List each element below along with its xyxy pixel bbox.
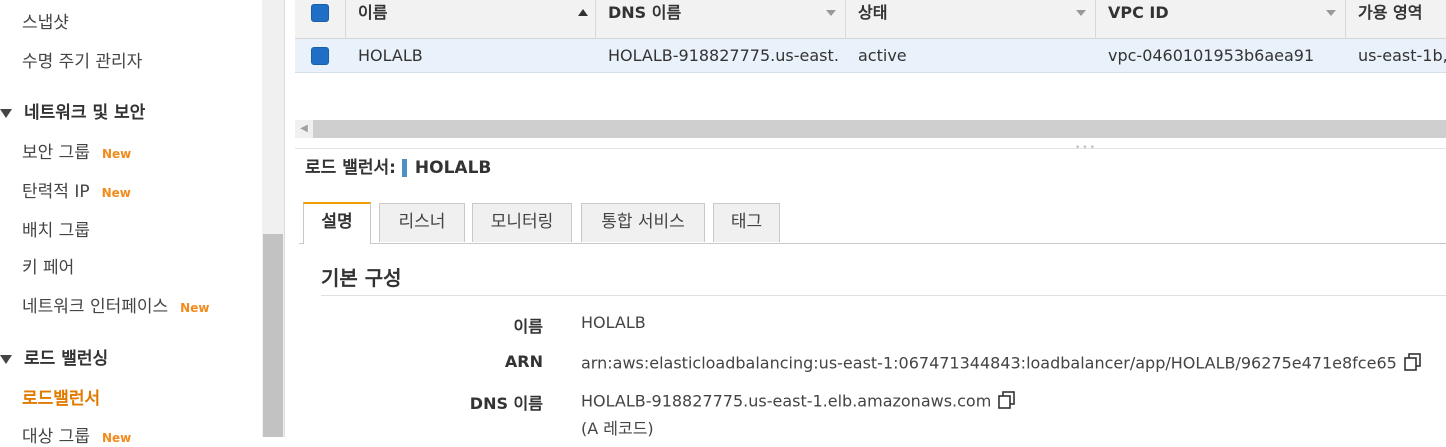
field-arn: arn:aws:elasticloadbalancing:us-east-1:0… [581,352,1423,376]
caret-down-icon [0,108,12,118]
details-header-label: 로드 밸런서: [305,158,396,178]
nav-item-label: 배치 그룹 [22,221,90,241]
tab-tags[interactable]: 태그 [713,203,780,242]
field-dns: HOLALB-918827775.us-east-1.elb.amazonaws… [581,390,1017,414]
new-badge: New [180,301,210,315]
tab-description[interactable]: 설명 [303,202,371,244]
column-header-state[interactable]: 상태 [845,0,1095,38]
column-header-vpc[interactable]: VPC ID [1095,0,1345,38]
main-content: 이름 DNS 이름 상태 VPC ID 가용 영역 HOLALB HOLALB- [285,0,1446,438]
panel-splitter[interactable] [295,148,1446,149]
field-value-dns: HOLALB-918827775.us-east-1.elb.amazonaws… [581,391,992,411]
splitter-handle-icon[interactable]: ••• [1075,143,1097,153]
sort-icon [1076,10,1086,16]
table-horizontal-scrollbar[interactable]: ◀ [295,120,1446,138]
cell-state: active [858,46,907,65]
field-value-arn: arn:aws:elasticloadbalancing:us-east-1:0… [581,353,1397,373]
sort-icon [826,10,836,16]
tab-divider [299,243,1446,244]
section-network-security[interactable]: 네트워크 및 보안 [0,98,145,123]
row-checkbox[interactable] [311,47,329,65]
field-value-dns-note: (A 레코드) [581,419,654,438]
nav-item-label: 탄력적 IP [22,182,90,202]
column-header-dns[interactable]: DNS 이름 [595,0,845,38]
nav-item-security-groups[interactable]: 보안 그룹 New [22,138,131,163]
table-row[interactable]: HOLALB HOLALB-918827775.us-east… active … [295,39,1446,73]
cell-az: us-east-1b, u [1358,46,1446,65]
caret-down-icon [0,354,12,364]
copy-icon[interactable] [1403,352,1423,376]
details-header: 로드 밸런서: HOLALB [305,153,491,178]
nav-item-label: 로드밸런서 [22,389,101,409]
nav-item-label: 스냅샷 [22,13,69,33]
field-label-name: 이름 [513,317,543,336]
details-header-name: HOLALB [414,158,492,178]
section-title: 네트워크 및 보안 [24,103,146,123]
cell-vpc: vpc-0460101953b6aea91 [1108,46,1315,65]
nav-item-network-interfaces[interactable]: 네트워크 인터페이스 New [22,292,209,317]
sidebar-scrollbar[interactable] [262,0,285,437]
column-header-name[interactable]: 이름 [345,0,595,38]
cell-dns: HOLALB-918827775.us-east… [608,46,838,65]
scroll-left-arrow-icon[interactable]: ◀ [295,120,313,138]
field-value-name: HOLALB [581,313,646,332]
cell-name: HOLALB [358,46,423,65]
nav-item-label: 대상 그룹 [22,427,90,447]
nav-item-snapshots[interactable]: 스냅샷 [22,8,69,33]
sort-icon [1326,10,1336,16]
nav-item-label: 보안 그룹 [22,143,90,163]
select-all-checkbox[interactable] [311,4,329,22]
sidebar-scrollbar-thumb[interactable] [263,234,283,437]
section-load-balancing[interactable]: 로드 밸런싱 [0,344,108,369]
nav-item-load-balancers[interactable]: 로드밸런서 [22,384,100,409]
field-label-dns: DNS 이름 [469,394,543,413]
section-divider [321,295,1446,296]
column-header-az[interactable]: 가용 영역 [1345,0,1446,38]
new-badge: New [101,186,131,200]
field-label-arn: ARN [504,352,543,371]
section-title: 로드 밸런싱 [24,349,109,369]
selection-marker [401,159,407,177]
tab-monitoring[interactable]: 모니터링 [472,203,572,242]
nav-item-elastic-ip[interactable]: 탄력적 IP New [22,177,131,202]
nav-item-label: 키 페어 [22,258,75,278]
nav-item-key-pairs[interactable]: 키 페어 [22,253,74,278]
table-header: 이름 DNS 이름 상태 VPC ID 가용 영역 [295,0,1446,39]
nav-item-target-groups[interactable]: 대상 그룹 New [22,422,131,447]
section-title: 기본 구성 [321,266,402,290]
copy-icon[interactable] [997,390,1017,414]
tab-listeners[interactable]: 리스너 [379,203,465,242]
nav-item-lifecycle-manager[interactable]: 수명 주기 관리자 [22,47,142,72]
nav-item-label: 수명 주기 관리자 [22,52,143,72]
nav-item-placement-groups[interactable]: 배치 그룹 [22,216,90,241]
tab-integrated-services[interactable]: 통합 서비스 [581,203,705,242]
sidebar: 스냅샷 수명 주기 관리자 네트워크 및 보안 보안 그룹 New 탄력적 IP N… [0,0,262,447]
nav-item-label: 네트워크 인터페이스 [22,297,169,317]
new-badge: New [101,147,132,161]
new-badge: New [101,431,132,445]
sort-ascending-icon [578,9,588,16]
